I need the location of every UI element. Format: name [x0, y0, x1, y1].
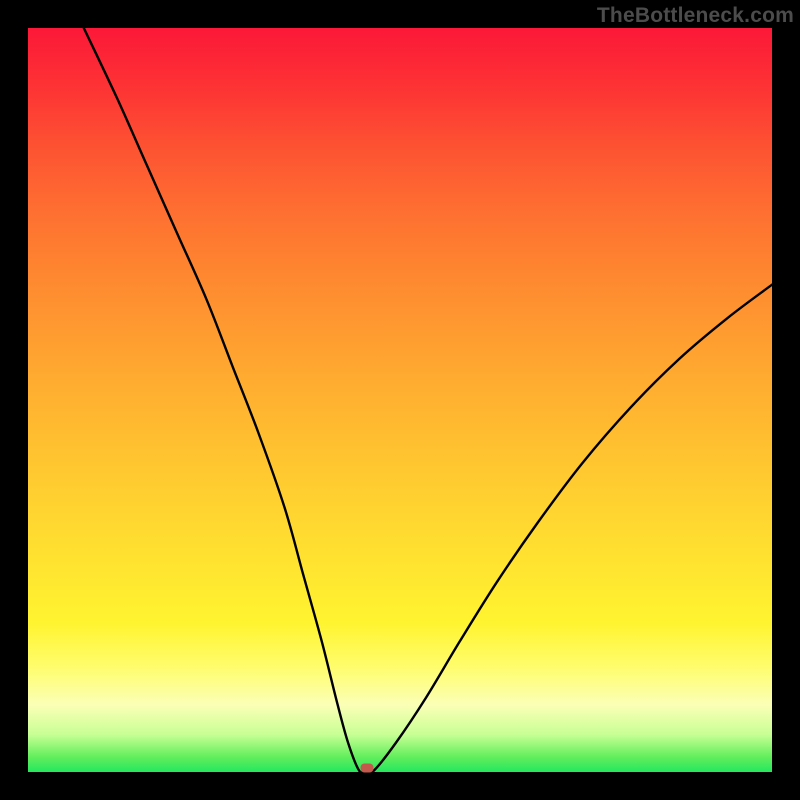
plot-area: [28, 28, 772, 772]
dip-marker: [360, 763, 373, 772]
gradient-background: [28, 28, 772, 772]
watermark-text: TheBottleneck.com: [597, 4, 794, 28]
